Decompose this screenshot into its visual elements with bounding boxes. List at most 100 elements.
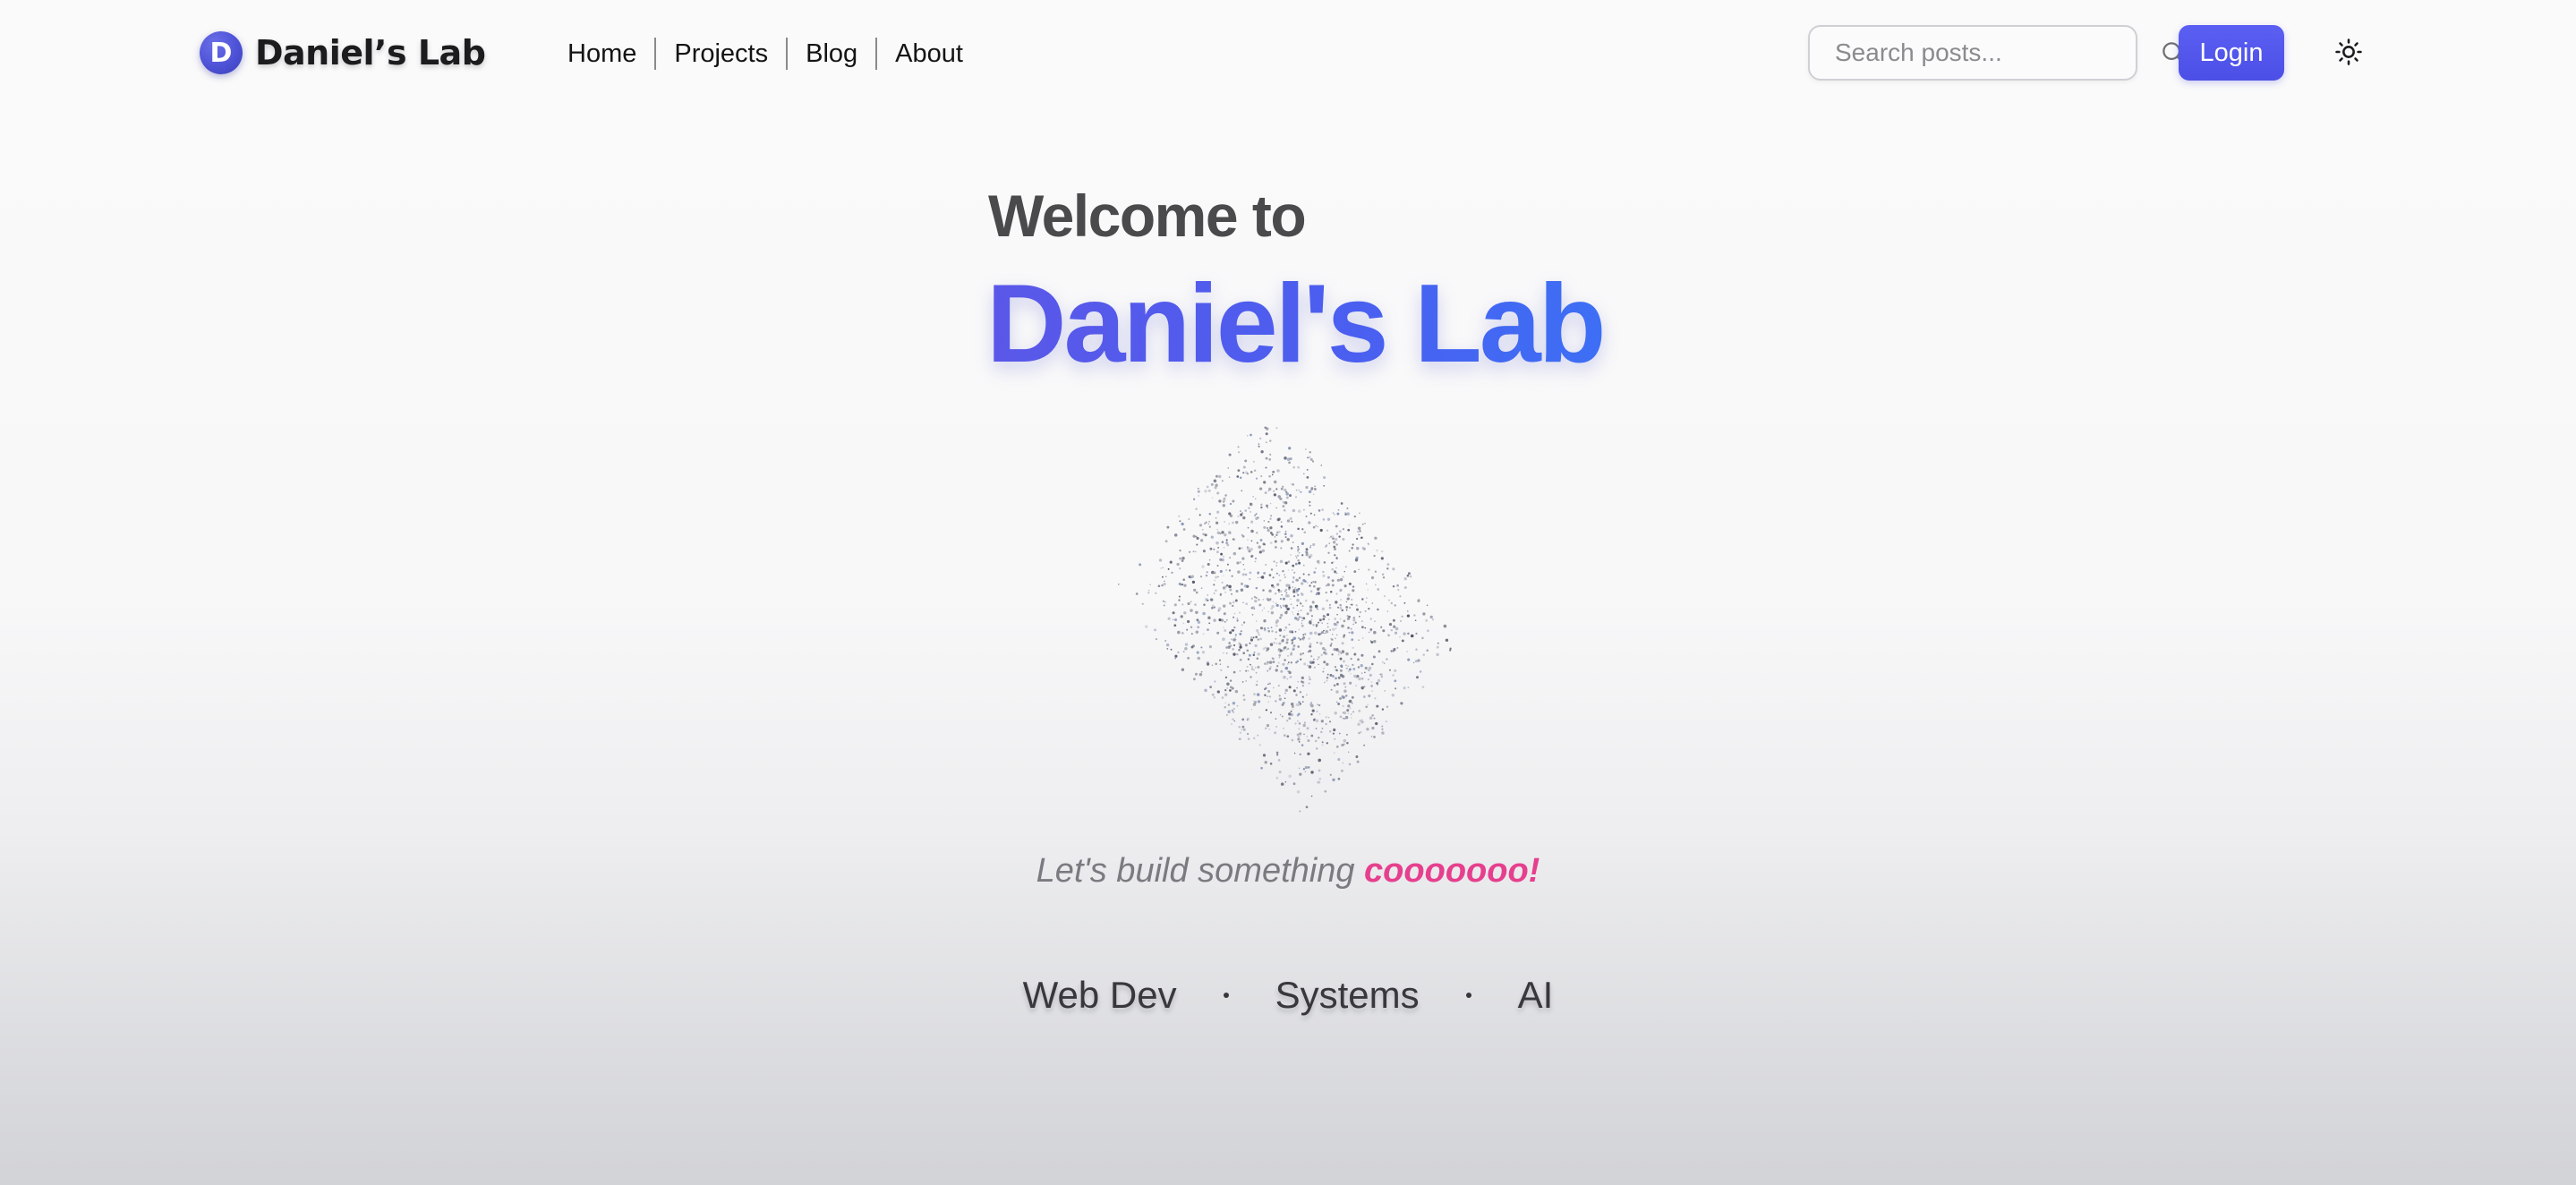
particle-dot	[1266, 504, 1268, 507]
particle-dot	[1371, 714, 1374, 717]
particle-dot	[1366, 727, 1369, 731]
particle-dot	[1352, 543, 1354, 546]
particle-dot	[1303, 733, 1305, 736]
particle-dot	[1399, 619, 1403, 623]
particle-dot	[1337, 653, 1340, 656]
particle-dot	[1335, 627, 1337, 629]
particle-dot	[1377, 588, 1380, 592]
particle-dot	[1247, 526, 1250, 529]
particle-dot	[1396, 584, 1399, 587]
particle-dot	[1192, 534, 1196, 538]
particle-dot	[1254, 644, 1258, 648]
particle-dot	[1210, 482, 1214, 486]
brand[interactable]: D Daniel’s Lab	[200, 30, 486, 75]
nav-about[interactable]: About	[877, 38, 981, 70]
particle-dot	[1291, 738, 1294, 742]
particle-dot	[1301, 619, 1303, 622]
particle-dot	[1310, 703, 1314, 708]
particle-dot	[1307, 766, 1310, 769]
particle-dot	[1226, 687, 1228, 689]
particle-dot	[1344, 566, 1347, 568]
particle-dot	[1282, 569, 1284, 573]
particle-dot	[1310, 655, 1313, 658]
particle-dot	[1306, 727, 1309, 730]
particle-dot	[1315, 728, 1318, 729]
nav-blog[interactable]: Blog	[788, 38, 875, 70]
particle-dot	[1173, 618, 1178, 622]
particle-dot	[1407, 686, 1410, 689]
particle-dot	[1207, 562, 1210, 567]
particle-dot	[1331, 561, 1334, 565]
particle-dot	[1223, 652, 1224, 654]
particle-dot	[1229, 514, 1233, 518]
particle-dot	[1385, 720, 1387, 723]
login-button[interactable]: Login	[2179, 25, 2284, 81]
topic-systems: Systems	[1275, 974, 1420, 1016]
particle-dot	[1388, 669, 1392, 671]
particle-dot	[1242, 472, 1245, 474]
particle-dot	[1386, 567, 1389, 570]
particle-dot	[1249, 577, 1251, 581]
brand-name[interactable]: Daniel’s Lab	[255, 33, 486, 72]
particle-dot	[1325, 545, 1327, 548]
particle-dot	[1335, 682, 1339, 686]
nav-projects[interactable]: Projects	[656, 38, 786, 70]
particle-dot	[1178, 595, 1181, 598]
particle-dot	[1347, 597, 1350, 601]
particle-dot	[1269, 517, 1272, 520]
particle-dot	[1247, 658, 1250, 661]
particle-dot	[1339, 715, 1343, 719]
particle-dot	[1324, 789, 1327, 793]
particle-dot	[1225, 539, 1228, 541]
particle-dot	[1295, 694, 1298, 696]
particle-dot	[1236, 561, 1240, 565]
particle-dot	[1340, 599, 1342, 601]
particle-dot	[1172, 611, 1175, 615]
nav-home[interactable]: Home	[567, 38, 654, 70]
hero-title: Daniel's Lab	[986, 262, 1606, 386]
search-box[interactable]	[1808, 25, 2185, 81]
particle-dot	[1333, 684, 1336, 687]
particle-dot	[1282, 635, 1286, 639]
particle-dot	[1310, 487, 1314, 490]
search-input[interactable]	[1833, 38, 2160, 68]
particle-dot	[1278, 695, 1281, 697]
particle-dot	[1258, 634, 1260, 635]
particle-dot	[1308, 637, 1310, 640]
particle-dot	[1295, 557, 1298, 558]
particle-dot	[1315, 719, 1319, 723]
particle-dot	[1335, 537, 1338, 541]
particle-dot	[1344, 511, 1347, 514]
particle-dot	[1253, 669, 1255, 671]
particle-dot	[1343, 718, 1346, 720]
particle-dot	[1220, 552, 1223, 556]
particle-dot	[1238, 648, 1241, 652]
particle-dot	[1227, 531, 1232, 534]
particle-dot	[1310, 795, 1313, 797]
particle-dot	[1268, 474, 1271, 478]
particle-dot	[1297, 737, 1301, 741]
particle-dot	[1237, 469, 1241, 473]
particle-dot	[1328, 729, 1332, 733]
particle-dot	[1244, 573, 1248, 576]
particle-dot	[1290, 603, 1292, 606]
particle-dot	[1306, 582, 1309, 584]
particle-dot	[1290, 598, 1292, 601]
particle-dot	[1250, 555, 1253, 558]
particle-dot	[1278, 697, 1283, 701]
particle-dot	[1275, 776, 1279, 780]
particle-dot	[1328, 603, 1331, 606]
particle-dot	[1174, 657, 1176, 660]
particle-dot	[1244, 459, 1248, 463]
particle-dot	[1253, 652, 1256, 653]
brand-logo[interactable]: D	[200, 31, 243, 74]
particle-dot	[1238, 737, 1241, 741]
particle-dot	[1277, 685, 1280, 687]
theme-toggle-button[interactable]	[2331, 36, 2367, 72]
particle-dot	[1352, 663, 1354, 667]
particle-dot	[1310, 582, 1313, 584]
particle-dot	[1309, 512, 1312, 515]
particle-dot	[1275, 572, 1278, 575]
particle-dot	[1292, 588, 1296, 592]
particle-dot	[1306, 468, 1309, 471]
